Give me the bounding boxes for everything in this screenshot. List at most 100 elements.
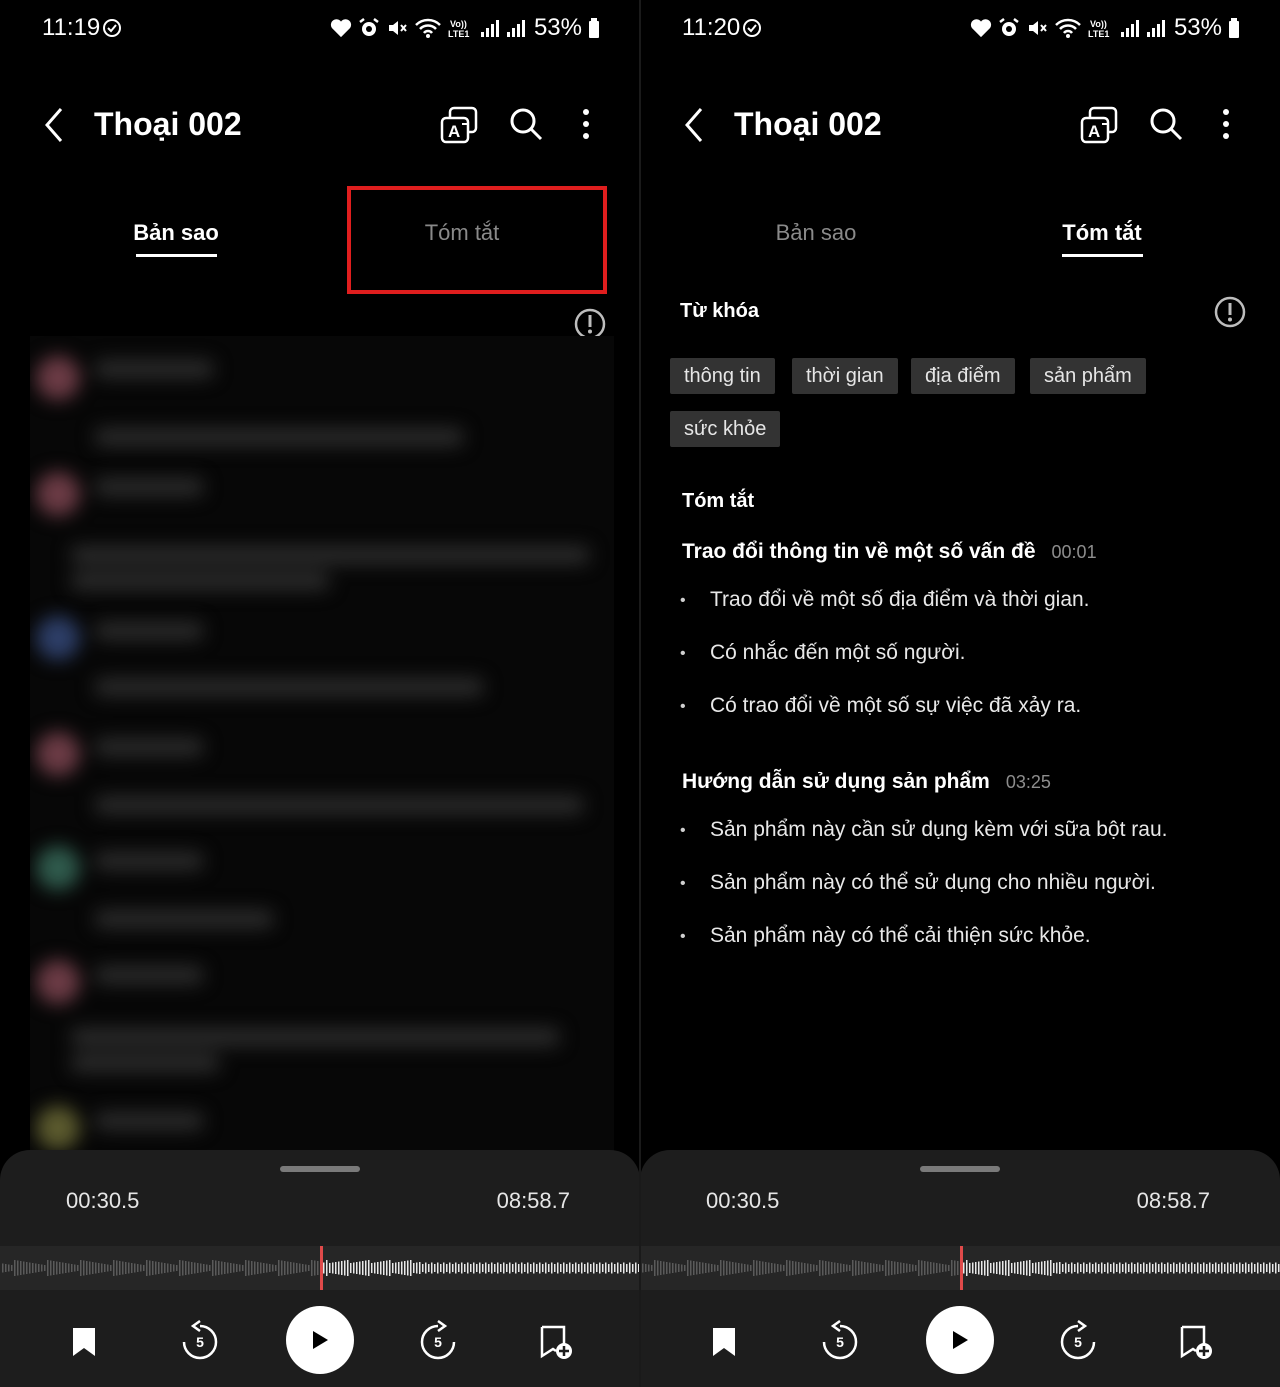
- waveform-bar: [1158, 1264, 1160, 1272]
- signal-icon: [1120, 20, 1139, 37]
- waveform-bar: [894, 1261, 896, 1275]
- waveform-bar: [23, 1261, 25, 1275]
- waveform-bar: [452, 1264, 454, 1272]
- waveform-bar: [1203, 1262, 1205, 1274]
- keyword-chip[interactable]: thông tin: [670, 358, 775, 394]
- rewind-5-button[interactable]: 5: [176, 1318, 224, 1366]
- waveform-bar: [876, 1264, 878, 1272]
- waveform-bar: [744, 1264, 746, 1272]
- screen-divider: [639, 0, 641, 1387]
- playback-controls: 5 5: [0, 1306, 640, 1376]
- waveform-bar: [1104, 1264, 1106, 1272]
- tab-transcript[interactable]: Bản sao: [766, 220, 866, 246]
- waveform-bar: [948, 1265, 950, 1271]
- waveform-bar: [188, 1261, 190, 1275]
- waveform-bar: [1191, 1262, 1193, 1274]
- keyword-chip[interactable]: sản phẩm: [1030, 358, 1146, 394]
- waveform-bar: [708, 1263, 710, 1273]
- waveform-bar: [47, 1260, 49, 1276]
- waveform-bar: [71, 1264, 73, 1272]
- more-options-button[interactable]: [570, 104, 602, 146]
- waveform-bar: [38, 1264, 40, 1272]
- waveform-bar: [654, 1260, 656, 1276]
- status-icons: Vo)) LTE1 53%: [330, 14, 600, 42]
- waveform-bar: [693, 1261, 695, 1275]
- bookmark-button[interactable]: [60, 1318, 108, 1366]
- svg-text:Vo)): Vo)): [1090, 19, 1107, 29]
- waveform-bar: [993, 1262, 995, 1274]
- waveform-bar: [485, 1262, 487, 1274]
- waveform-bar: [918, 1260, 920, 1276]
- waveform-bar: [1005, 1260, 1007, 1276]
- translate-icon: A: [1080, 106, 1118, 144]
- waveform-bar: [530, 1264, 532, 1272]
- summary-section-heading[interactable]: Trao đổi thông tin về một số vấn đề 00:01: [682, 540, 1097, 564]
- playback-controls: 5 5: [640, 1306, 1280, 1376]
- waveform-bar: [1101, 1262, 1103, 1274]
- translate-button[interactable]: A: [1078, 104, 1120, 146]
- forward-5-button[interactable]: 5: [1054, 1318, 1102, 1366]
- waveform-bar: [596, 1264, 598, 1272]
- tab-summary[interactable]: Tóm tắt: [1052, 220, 1152, 246]
- add-bookmark-button[interactable]: [532, 1318, 580, 1366]
- playhead[interactable]: [320, 1246, 323, 1290]
- waveform-bar: [623, 1262, 625, 1274]
- status-bar: 11:19 Vo)) LTE1 53%: [0, 0, 640, 60]
- waveform-bar: [152, 1261, 154, 1275]
- play-button[interactable]: [926, 1306, 994, 1374]
- bullet-text: Sản phẩm này cần sử dụng kèm với sữa bột…: [710, 818, 1168, 841]
- play-button[interactable]: [286, 1306, 354, 1374]
- keyword-chip[interactable]: địa điểm: [911, 358, 1015, 394]
- waveform-bar: [422, 1264, 424, 1272]
- waveform-bar: [167, 1263, 169, 1273]
- waveform-bar: [1278, 1264, 1280, 1272]
- drag-handle[interactable]: [280, 1166, 360, 1172]
- summary-section-heading[interactable]: Hướng dẫn sử dụng sản phẩm 03:25: [682, 770, 1051, 794]
- info-icon[interactable]: [1214, 296, 1246, 328]
- keyword-chip[interactable]: sức khỏe: [670, 411, 781, 447]
- waveform-bar: [1080, 1264, 1082, 1272]
- bookmark-button[interactable]: [700, 1318, 748, 1366]
- back-button[interactable]: [34, 102, 74, 148]
- back-button[interactable]: [674, 102, 714, 148]
- translate-button[interactable]: A: [438, 104, 480, 146]
- waveform-bar: [56, 1261, 58, 1275]
- waveform-bar: [95, 1262, 97, 1274]
- section-timestamp[interactable]: 03:25: [1006, 772, 1051, 792]
- tab-transcript[interactable]: Bản sao: [126, 220, 226, 246]
- forward-5-button[interactable]: 5: [414, 1318, 462, 1366]
- waveform-bar: [1275, 1262, 1277, 1274]
- playhead[interactable]: [960, 1246, 963, 1290]
- more-options-button[interactable]: [1210, 104, 1242, 146]
- section-timestamp[interactable]: 00:01: [1052, 542, 1097, 562]
- waveform-bar: [1071, 1262, 1073, 1274]
- waveform-bar: [479, 1262, 481, 1274]
- section-heading-text: Hướng dẫn sử dụng sản phẩm: [682, 770, 990, 793]
- waveform-bar: [260, 1262, 262, 1274]
- waveform-bar: [50, 1260, 52, 1276]
- waveform-bar: [1209, 1262, 1211, 1274]
- waveform-bar: [696, 1261, 698, 1275]
- waveform-bar: [230, 1263, 232, 1273]
- waveform-bar: [506, 1264, 508, 1272]
- waveform-bar: [476, 1264, 478, 1272]
- search-button[interactable]: [506, 104, 548, 146]
- waveform-bar: [729, 1261, 731, 1275]
- waveform-bar: [542, 1264, 544, 1272]
- rewind-5-button[interactable]: 5: [816, 1318, 864, 1366]
- tab-indicator: [136, 254, 217, 257]
- waveform-bar: [593, 1262, 595, 1274]
- waveform-bar: [1041, 1261, 1043, 1275]
- add-bookmark-button[interactable]: [1172, 1318, 1220, 1366]
- keyword-chip[interactable]: thời gian: [792, 358, 898, 394]
- drag-handle[interactable]: [920, 1166, 1000, 1172]
- waveform-bar: [419, 1262, 421, 1274]
- search-button[interactable]: [1146, 104, 1188, 146]
- waveform-bar: [879, 1264, 881, 1272]
- waveform-bar: [194, 1262, 196, 1274]
- waveform-bar: [206, 1264, 208, 1272]
- summary-bullet: Trao đổi về một số địa điểm và thời gian…: [680, 588, 1090, 614]
- top-app-bar: Thoại 002 A: [640, 90, 1280, 160]
- waveform-bar: [356, 1262, 358, 1274]
- waveform-bar: [377, 1262, 379, 1274]
